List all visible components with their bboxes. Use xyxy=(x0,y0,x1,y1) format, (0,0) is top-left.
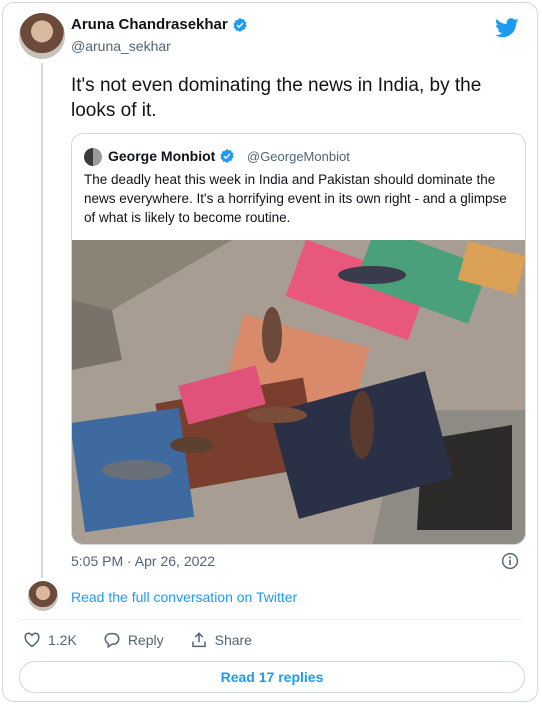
reply-bubble-icon xyxy=(104,632,120,649)
info-icon[interactable] xyxy=(501,552,519,570)
author-avatar[interactable] xyxy=(19,13,65,59)
quoted-tweet-text: The deadly heat this week in India and P… xyxy=(84,172,507,225)
read-conversation-link[interactable]: Read the full conversation on Twitter xyxy=(71,589,297,605)
quoted-author-name-row[interactable]: George Monbiot xyxy=(108,148,235,164)
like-button[interactable]: 1.2K xyxy=(23,631,77,649)
quoted-tweet[interactable]: George Monbiot @GeorgeMonbiot The deadly… xyxy=(71,133,526,545)
divider xyxy=(19,619,523,620)
tweet-text: It's not even dominating the news in Ind… xyxy=(71,75,482,121)
like-count: 1.2K xyxy=(48,632,77,648)
twitter-bird-icon[interactable] xyxy=(495,17,519,39)
thread-connector-line xyxy=(41,63,43,578)
embedded-tweet-card: Aruna Chandrasekhar @aruna_sekhar It's n… xyxy=(2,2,538,702)
conversation-avatar[interactable] xyxy=(28,581,58,611)
share-label: Share xyxy=(214,632,252,648)
read-replies-label: Read 17 replies xyxy=(220,669,324,685)
share-icon xyxy=(191,632,206,648)
quoted-author-handle[interactable]: @GeorgeMonbiot xyxy=(247,149,350,164)
share-button[interactable]: Share xyxy=(190,631,252,649)
quoted-tweet-photo[interactable] xyxy=(72,240,526,545)
author-name[interactable]: Aruna Chandrasekhar xyxy=(71,16,228,33)
reply-label: Reply xyxy=(127,632,164,648)
heart-icon xyxy=(24,632,40,648)
quoted-author-name[interactable]: George Monbiot xyxy=(108,148,215,164)
author-name-row[interactable]: Aruna Chandrasekhar xyxy=(71,16,248,33)
verified-badge-icon xyxy=(220,149,234,163)
reply-button[interactable]: Reply xyxy=(103,631,164,649)
verified-badge-icon xyxy=(233,17,247,32)
quoted-author-avatar[interactable] xyxy=(84,148,102,166)
tweet-actions: 1.2K Reply Share xyxy=(23,631,278,649)
tweet-timestamp[interactable]: 5:05 PM · Apr 26, 2022 xyxy=(71,553,215,569)
read-replies-button[interactable]: Read 17 replies xyxy=(19,661,525,693)
author-handle[interactable]: @aruna_sekhar xyxy=(71,38,171,54)
